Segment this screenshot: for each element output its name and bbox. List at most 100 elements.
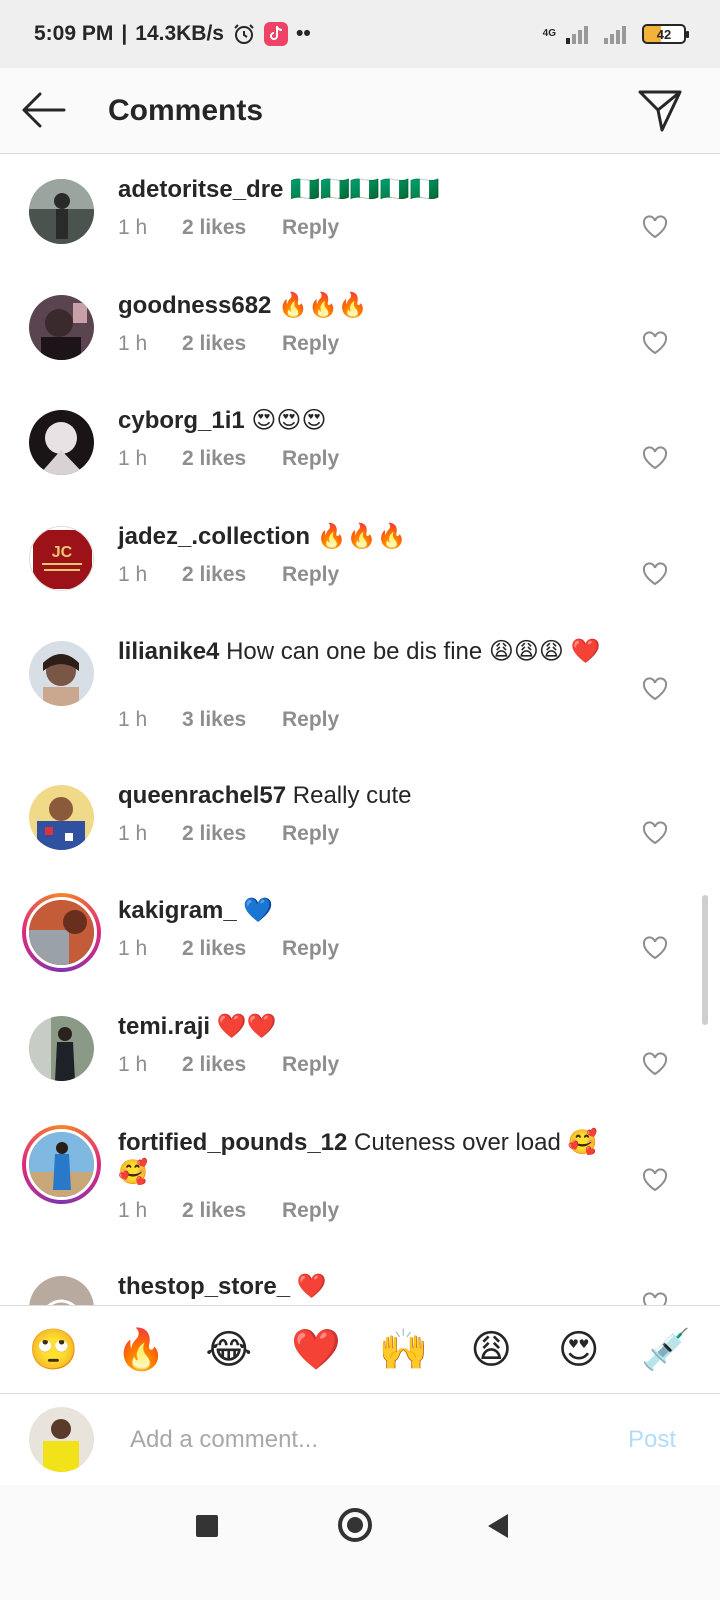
comment-username[interactable]: thestop_store_ (118, 1273, 290, 1300)
comment-time: 1 h (118, 447, 148, 470)
reply-button[interactable]: Reply (282, 216, 339, 240)
comment-likes[interactable]: 2 likes (182, 937, 282, 961)
avatar (26, 897, 97, 968)
emoji-quick-bar: 🙄 🔥 😂 ❤️ 🙌 😩 😍 💉 (0, 1305, 720, 1393)
comment-time: 1 h (118, 563, 148, 586)
comment-username[interactable]: cyborg_1i1 (118, 407, 245, 434)
heart-icon[interactable] (642, 446, 668, 470)
comment-likes[interactable]: 2 likes (182, 563, 282, 587)
reply-button[interactable]: Reply (282, 563, 339, 587)
heart-icon[interactable] (642, 821, 668, 845)
heart-icon[interactable] (642, 331, 668, 355)
header-bar: Comments (0, 68, 720, 154)
comment-text: lilianike4 How can one be dis fine 😩😩😩 ❤… (118, 637, 618, 667)
comment-username[interactable]: kakigram_ (118, 897, 237, 924)
comment-username[interactable]: jadez_.collection (118, 523, 310, 550)
back-triangle-icon[interactable] (488, 1514, 508, 1538)
fire-emoji-button[interactable]: 🔥 (111, 1326, 171, 1373)
comment-username[interactable]: temi.raji (118, 1013, 210, 1040)
comment-body: How can one be dis fine 😩😩😩 ❤️ (226, 638, 601, 665)
comment-likes[interactable]: 2 likes (182, 447, 282, 471)
comment-time: 1 h (118, 822, 148, 845)
reply-button[interactable]: Reply (282, 708, 339, 732)
comment-likes[interactable]: 2 likes (182, 1199, 282, 1223)
svg-text:JC: JC (52, 544, 73, 561)
comment-meta: 1 h 2 likes Reply (118, 563, 339, 587)
comment-username[interactable]: fortified_pounds_12 (118, 1129, 347, 1156)
comment-username[interactable]: adetoritse_dre (118, 176, 283, 203)
comment-username[interactable]: queenrachel57 (118, 782, 286, 809)
reply-button[interactable]: Reply (282, 1199, 339, 1223)
comment-time: 1 h (118, 216, 148, 239)
status-separator: | (121, 22, 128, 45)
avatar[interactable] (29, 179, 94, 244)
comment-text: kakigram_ 💙 (118, 896, 618, 926)
heart-emoji-button[interactable]: ❤️ (286, 1326, 346, 1373)
heart-icon[interactable] (642, 215, 668, 239)
comment-likes[interactable]: 2 likes (182, 216, 282, 240)
comment-likes[interactable]: 2 likes (182, 332, 282, 356)
comment-username[interactable]: goodness682 (118, 292, 271, 319)
heart-icon[interactable] (642, 1052, 668, 1076)
comment-body: 🔥🔥🔥 (316, 523, 407, 550)
comments-list[interactable]: adetoritse_dre 🇳🇬🇳🇬🇳🇬🇳🇬🇳🇬 1 h 2 likes Re… (0, 155, 720, 1305)
signal-icon-1 (566, 26, 588, 44)
comment-likes[interactable]: 2 likes (182, 822, 282, 846)
back-arrow-icon[interactable] (20, 90, 66, 130)
recents-icon[interactable] (196, 1515, 218, 1537)
avatar[interactable]: JC (29, 526, 94, 591)
post-button[interactable]: Post (628, 1426, 676, 1454)
heart-icon[interactable] (642, 562, 668, 586)
avatar-story-ring[interactable] (22, 893, 101, 972)
reply-button[interactable]: Reply (282, 447, 339, 471)
avatar[interactable] (29, 785, 94, 850)
scrollbar[interactable] (702, 895, 708, 1025)
comment-body: 💙 (243, 897, 274, 924)
eye-roll-emoji-button[interactable]: 🙄 (24, 1326, 84, 1373)
comment-likes[interactable]: 3 likes (182, 708, 282, 732)
signal-icon-2 (604, 26, 626, 44)
avatar[interactable] (29, 295, 94, 360)
reply-button[interactable]: Reply (282, 332, 339, 356)
home-icon[interactable] (338, 1508, 372, 1542)
avatar[interactable] (29, 1016, 94, 1081)
avatar[interactable] (29, 410, 94, 475)
status-speed: 14.3KB/s (135, 22, 224, 45)
comment-meta: 1 h 2 likes Reply (118, 937, 339, 961)
comment-text: cyborg_1i1 😍😍😍 (118, 406, 618, 436)
heart-icon[interactable] (642, 677, 668, 701)
network-type: 4G (542, 28, 556, 39)
avatar[interactable] (29, 1276, 94, 1305)
heart-eyes-emoji-button[interactable]: 😍 (549, 1327, 609, 1373)
comment-time: 1 h (118, 332, 148, 355)
comment-meta: 1 h 3 likes Reply (118, 708, 339, 732)
weary-emoji-button[interactable]: 😩 (461, 1327, 521, 1373)
comment-input[interactable] (130, 1425, 600, 1454)
comment-body: 🇳🇬🇳🇬🇳🇬🇳🇬🇳🇬 (290, 176, 440, 203)
raised-hands-emoji-button[interactable]: 🙌 (374, 1326, 434, 1373)
reply-button[interactable]: Reply (282, 822, 339, 846)
comment-text: thestop_store_ ❤️ (118, 1272, 618, 1302)
laughing-emoji-button[interactable]: 😂 (199, 1327, 259, 1373)
comment-time: 1 h (118, 937, 148, 960)
heart-icon[interactable] (642, 1292, 668, 1305)
reply-button[interactable]: Reply (282, 937, 339, 961)
comment-likes[interactable]: 2 likes (182, 1053, 282, 1077)
tiktok-notification-icon (263, 22, 288, 46)
avatar-story-ring[interactable] (22, 1125, 101, 1204)
comment-time: 1 h (118, 708, 148, 731)
comment-username[interactable]: lilianike4 (118, 638, 219, 665)
avatar[interactable] (29, 641, 94, 706)
reply-button[interactable]: Reply (282, 1053, 339, 1077)
comment-body: 🔥🔥🔥 (278, 292, 368, 319)
comment-body: 😍😍😍 (251, 407, 327, 434)
comment-meta: 1 h 2 likes Reply (118, 332, 339, 356)
comment-body: ❤️❤️ (216, 1013, 277, 1040)
my-avatar (29, 1407, 94, 1472)
syringe-emoji-button[interactable]: 💉 (636, 1326, 696, 1373)
battery-icon: 42 (642, 24, 689, 44)
heart-icon[interactable] (642, 936, 668, 960)
send-direct-icon[interactable] (638, 88, 682, 132)
heart-icon[interactable] (642, 1168, 668, 1192)
comment-text: fortified_pounds_12 Cuteness over load 🥰… (118, 1128, 618, 1188)
